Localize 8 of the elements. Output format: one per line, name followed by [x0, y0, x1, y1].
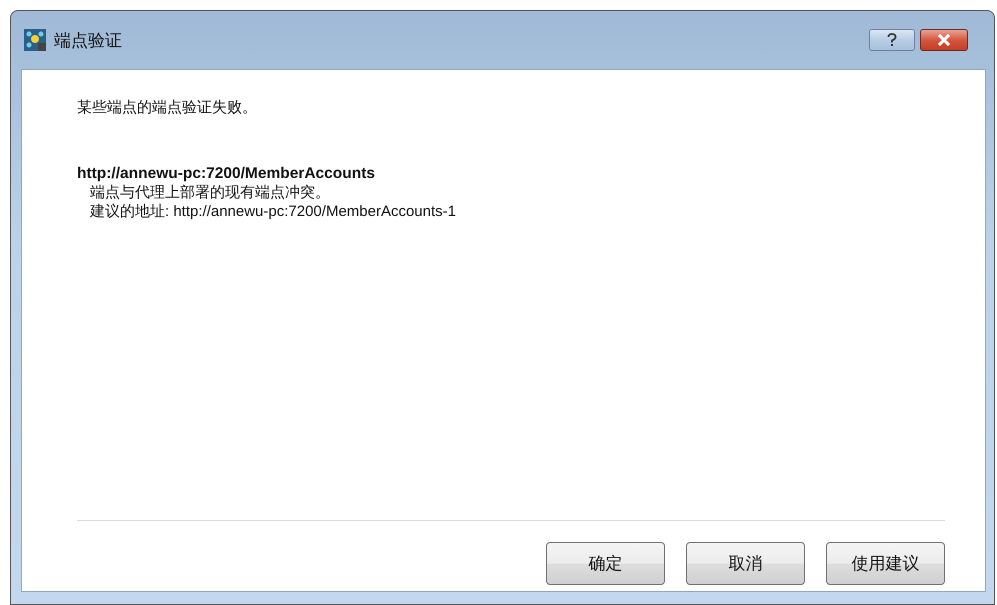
endpoint-detail: 建议的地址: http://annewu-pc:7200/MemberAccounts-1	[90, 202, 457, 221]
dialog-button[interactable]: 确定	[546, 542, 665, 585]
endpoint-url: http://annewu-pc:7200/MemberAccounts	[77, 165, 376, 183]
endpoint-detail: 端点与代理上部署的现有端点冲突。	[90, 183, 331, 202]
dialog-button[interactable]: 取消	[686, 542, 805, 585]
window-title: 端点验证	[54, 30, 122, 52]
dialog-button[interactable]: 使用建议	[826, 542, 945, 585]
error-message: 某些端点的端点验证失败。	[77, 98, 258, 117]
